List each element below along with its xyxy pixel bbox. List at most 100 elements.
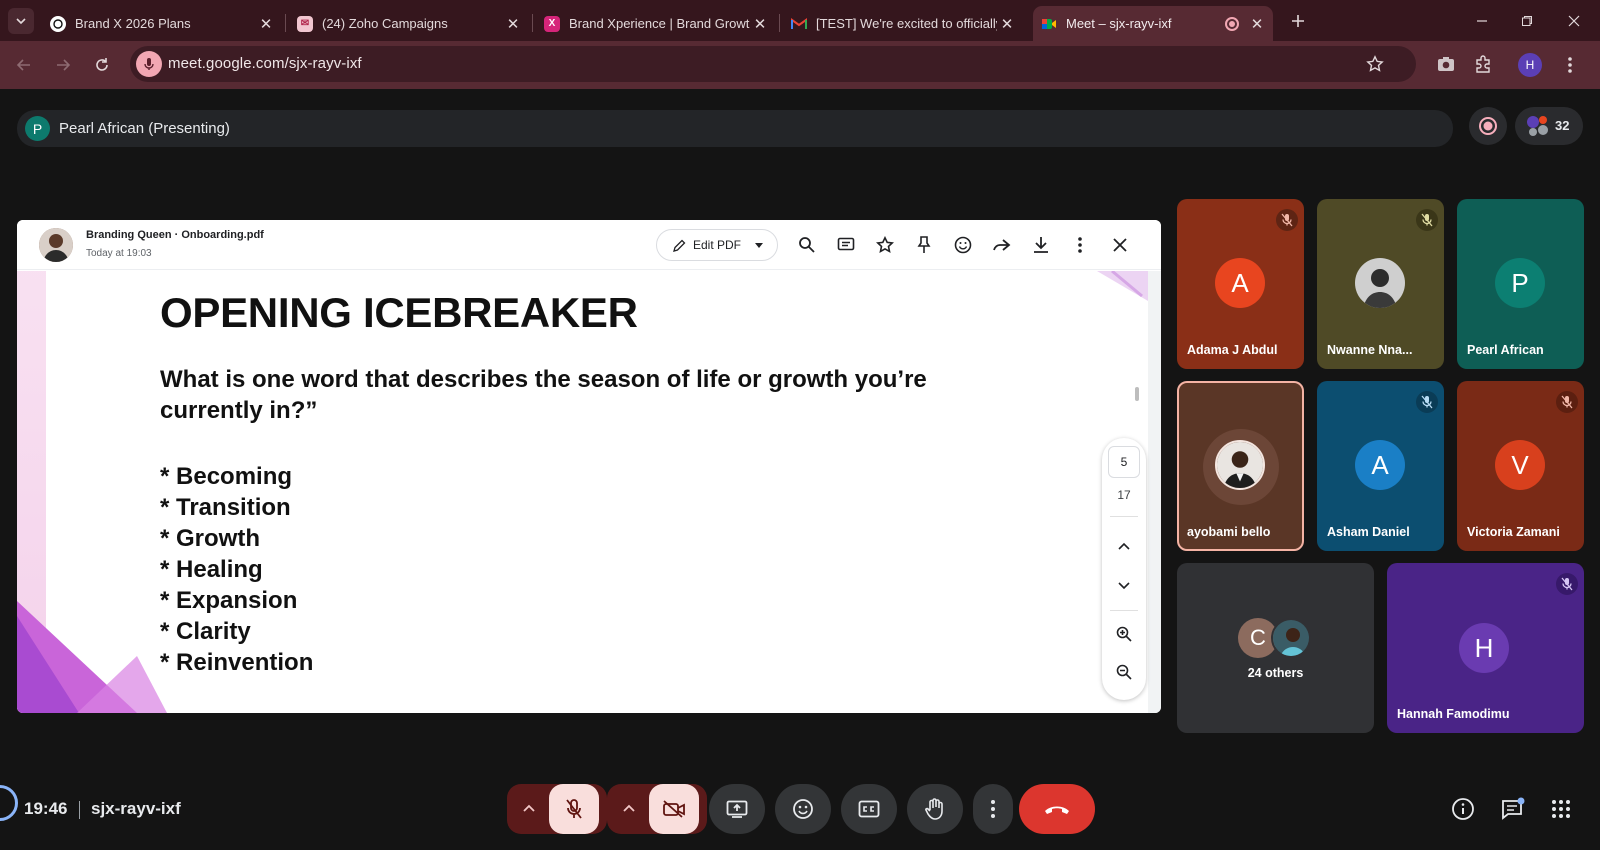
participants-button[interactable]: 32 (1515, 107, 1583, 145)
chevron-down-icon (1118, 582, 1130, 590)
activities-grid-icon[interactable] (1551, 799, 1571, 819)
presenter-label: Pearl African (Presenting) (59, 120, 230, 137)
close-tab-icon[interactable]: ✕ (256, 14, 276, 34)
tab-title: Meet – sjx-rayv-ixf (1066, 16, 1172, 31)
present-screen-icon (726, 800, 748, 818)
browser-tab-5-active[interactable]: Meet – sjx-rayv-ixf ✕ (1033, 6, 1273, 41)
comment-icon[interactable] (833, 232, 859, 258)
participant-avatar: A (1215, 258, 1265, 308)
leave-call-button[interactable] (1019, 784, 1095, 834)
captions-button[interactable] (841, 784, 897, 834)
page-navigation-panel: 5 17 (1102, 438, 1146, 700)
back-button[interactable] (12, 53, 36, 77)
others-tile[interactable]: C 24 others (1177, 563, 1374, 733)
zoom-out-icon (1116, 664, 1132, 680)
more-vert-icon[interactable] (1567, 56, 1573, 74)
browser-tab-1[interactable]: Brand X 2026 Plans ✕ (42, 6, 282, 41)
browser-tab-3[interactable]: X Brand Xperience | Brand Growth ✕ (536, 6, 776, 41)
zoom-out-button[interactable] (1112, 660, 1136, 684)
mic-off-button[interactable] (549, 784, 599, 834)
pdf-slide: OPENING ICEBREAKER What is one word that… (17, 271, 1148, 713)
search-icon[interactable] (794, 232, 820, 258)
minimize-icon (1476, 15, 1488, 27)
edit-pdf-label: Edit PDF (693, 238, 742, 252)
address-bar[interactable]: meet.google.com/sjx-rayv-ixf (130, 46, 1416, 82)
participant-name: Pearl African (1467, 343, 1544, 357)
participant-tile[interactable]: P Pearl African (1457, 199, 1584, 369)
presenter-bar[interactable]: P Pearl African (Presenting) (17, 110, 1453, 147)
owner-avatar (39, 228, 73, 262)
participant-tile-active-speaker[interactable]: ayobami bello (1177, 381, 1304, 551)
previous-page-button[interactable] (1112, 534, 1136, 558)
video-options-button[interactable] (623, 804, 635, 812)
profile-avatar[interactable]: H (1518, 53, 1542, 77)
participant-tile[interactable]: H Hannah Famodimu (1387, 563, 1584, 733)
close-tab-icon[interactable]: ✕ (1247, 14, 1267, 34)
pdf-scrollbar[interactable] (1148, 271, 1161, 713)
hand-icon (925, 798, 945, 820)
pdf-file-label: Branding Queen · Onboarding.pdf (86, 229, 264, 241)
info-icon[interactable] (1451, 797, 1475, 821)
slide-question: What is one word that describes the seas… (160, 366, 927, 424)
total-pages: 17 (1117, 488, 1131, 502)
browser-tab-4[interactable]: [TEST] We're excited to officially ✕ (783, 6, 1023, 41)
divider (79, 801, 80, 819)
zoom-in-button[interactable] (1112, 622, 1136, 646)
extensions-puzzle-icon[interactable] (1474, 55, 1492, 73)
participant-count: 32 (1555, 118, 1570, 133)
participant-tile[interactable]: Nwanne Nna... (1317, 199, 1444, 369)
more-vert-icon[interactable] (1067, 232, 1093, 258)
more-options-button[interactable] (973, 784, 1013, 834)
close-window-button[interactable] (1562, 10, 1586, 32)
forward-button[interactable] (51, 53, 75, 77)
next-page-button[interactable] (1112, 574, 1136, 598)
current-page-input[interactable]: 5 (1108, 446, 1140, 478)
video-off-icon (662, 799, 686, 819)
participant-tile[interactable]: A Adama J Abdul (1177, 199, 1304, 369)
chat-icon[interactable] (1500, 797, 1526, 823)
raise-hand-button[interactable] (907, 784, 963, 834)
close-tab-icon[interactable]: ✕ (750, 14, 770, 34)
slide-title: OPENING ICEBREAKER (160, 289, 638, 336)
chevron-down-icon (15, 15, 27, 27)
camera-icon[interactable] (1437, 56, 1455, 72)
new-tab-button[interactable] (1285, 9, 1311, 33)
record-icon (1478, 116, 1498, 136)
loading-spinner-icon (0, 785, 18, 821)
reactions-button[interactable] (775, 784, 831, 834)
closed-captions-icon (858, 800, 880, 818)
pdf-scrollbar-thumb[interactable] (1135, 387, 1139, 401)
star-icon[interactable] (872, 232, 898, 258)
mic-off-icon (565, 798, 583, 820)
participant-tile[interactable]: A Asham Daniel (1317, 381, 1444, 551)
minimize-button[interactable] (1470, 10, 1494, 32)
bookmark-star-icon[interactable] (1366, 55, 1384, 73)
browser-tab-2[interactable]: ✉ (24) Zoho Campaigns ✕ (289, 6, 529, 41)
audio-options-button[interactable] (523, 804, 535, 812)
participant-name: ayobami bello (1187, 525, 1271, 539)
pin-icon[interactable] (911, 232, 937, 258)
reload-button[interactable] (90, 53, 114, 77)
participant-tile[interactable]: V Victoria Zamani (1457, 381, 1584, 551)
browser-tab-strip: Brand X 2026 Plans ✕ ✉ (24) Zoho Campaig… (0, 0, 1600, 41)
present-screen-button[interactable] (709, 784, 765, 834)
recording-button[interactable] (1469, 107, 1507, 145)
pdf-date: Today at 19:03 (86, 248, 152, 259)
close-icon[interactable] (1107, 232, 1133, 258)
microphone-in-use-icon[interactable] (136, 51, 162, 77)
download-icon[interactable] (1028, 232, 1054, 258)
edit-pdf-button[interactable]: Edit PDF (656, 229, 778, 261)
close-tab-icon[interactable]: ✕ (997, 14, 1017, 34)
url-text: meet.google.com/sjx-rayv-ixf (168, 55, 362, 72)
close-tab-icon[interactable]: ✕ (503, 14, 523, 34)
participant-name: Victoria Zamani (1467, 525, 1560, 539)
camera-off-button[interactable] (649, 784, 699, 834)
meeting-code: sjx-rayv-ixf (91, 799, 181, 818)
share-forward-icon[interactable] (989, 232, 1015, 258)
emoji-icon[interactable] (950, 232, 976, 258)
restore-button[interactable] (1515, 10, 1539, 32)
tab-search-button[interactable] (8, 8, 34, 34)
participant-photo (1355, 258, 1405, 308)
participant-avatar: H (1459, 623, 1509, 673)
shared-pdf-viewer: Branding Queen · Onboarding.pdf Today at… (17, 220, 1161, 713)
